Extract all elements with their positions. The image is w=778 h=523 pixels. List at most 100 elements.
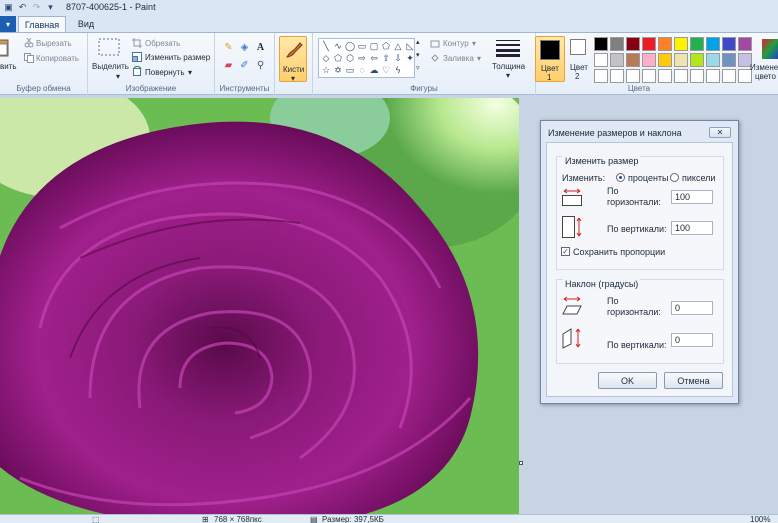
shapes-gallery: ╲ ∿ ◯ ▭ ▢ ⬠ △ ◺ ◇ ⬠ ⬡ ⇨ ⇦ ⇧ ⇩ ✦ ☆ ✡ ▭ ◌ … xyxy=(318,38,415,78)
ribbon-tabs: ▾ Главная Вид xyxy=(0,14,778,32)
canvas-resize-handle[interactable] xyxy=(519,461,523,465)
ok-button[interactable]: OK xyxy=(598,372,657,389)
six-point-star-shape-icon[interactable]: ✡ xyxy=(332,64,344,76)
title-bar: ▣ ↶ ↷ ▾ 8707-400625-1 - Paint xyxy=(0,0,778,14)
dialog-close-button[interactable]: ✕ xyxy=(709,127,731,138)
select-button[interactable]: Выделить xyxy=(92,62,129,71)
ribbon: вить Вырезать Копировать Буфер обмена Вы… xyxy=(0,32,778,95)
file-menu-button[interactable]: ▾ xyxy=(0,16,16,32)
customize-toolbar-icon[interactable]: ▾ xyxy=(45,2,56,13)
shapes-scroll-down-icon[interactable]: ▾ xyxy=(416,51,420,59)
colors-group-label: Цвета xyxy=(627,84,651,93)
tab-home[interactable]: Главная xyxy=(18,16,66,32)
diamond-shape-icon[interactable]: ◇ xyxy=(320,52,332,64)
color-wheel-icon xyxy=(762,39,778,59)
edit-colors-button[interactable]: Измене цвето xyxy=(748,36,778,82)
status-bar: ⬚ ⊞ 768 × 768пкс ▤ Размер: 397,5КБ 100% xyxy=(0,514,778,523)
percent-radio[interactable] xyxy=(616,173,625,182)
size-dropdown-icon[interactable]: ▾ xyxy=(506,71,510,80)
left-arrow-shape-icon[interactable]: ⇦ xyxy=(368,52,380,64)
pixels-label: пиксели xyxy=(682,173,716,183)
keep-ratio-label: Сохранить пропорции xyxy=(573,247,666,257)
fill-button[interactable]: Заливка xyxy=(443,54,474,63)
line-thickness-icon xyxy=(496,40,520,57)
rounded-rectangle-shape-icon[interactable]: ▢ xyxy=(368,40,380,52)
oval-callout-shape-icon[interactable]: ◌ xyxy=(356,64,368,76)
edit-colors-label-line2: цвето xyxy=(755,72,776,81)
size-button[interactable]: Толщина xyxy=(492,62,525,71)
skew-horizontal-label-line2: горизонтали: xyxy=(607,307,661,317)
cut-button[interactable]: Вырезать xyxy=(36,39,72,48)
resize-icon xyxy=(132,52,142,62)
copy-icon xyxy=(24,53,34,63)
paste-button[interactable]: вить xyxy=(0,62,17,71)
down-arrow-shape-icon[interactable]: ⇩ xyxy=(392,52,404,64)
color-picker-icon[interactable]: ✐ xyxy=(237,58,252,73)
zoom-level: 100% xyxy=(750,515,771,523)
outline-icon xyxy=(430,40,440,48)
outline-button[interactable]: Контур xyxy=(443,39,469,48)
image-canvas[interactable] xyxy=(0,98,519,514)
skew-section-title: Наклон (градусы) xyxy=(563,279,641,289)
tab-view[interactable]: Вид xyxy=(70,16,102,32)
copy-button[interactable]: Копировать xyxy=(36,54,79,63)
line-shape-icon[interactable]: ╲ xyxy=(320,40,332,52)
shapes-scroll-up-icon[interactable]: ▴ xyxy=(416,38,420,46)
resize-section: Изменить размер Изменить: проценты пиксе… xyxy=(556,156,724,270)
skew-horizontal-label-line1: По xyxy=(607,296,619,306)
skew-horizontal-input[interactable]: 0 xyxy=(671,301,713,315)
text-tool-icon[interactable]: A xyxy=(253,40,268,55)
vertical-resize-input[interactable]: 100 xyxy=(671,221,713,235)
curve-shape-icon[interactable]: ∿ xyxy=(332,40,344,52)
hexagon-shape-icon[interactable]: ⬡ xyxy=(344,52,356,64)
horizontal-label-line2: горизонтали: xyxy=(607,197,661,207)
select-dropdown-icon[interactable]: ▾ xyxy=(116,72,120,81)
right-triangle-shape-icon[interactable]: ◺ xyxy=(404,40,416,52)
crop-icon xyxy=(132,38,142,48)
select-icon xyxy=(98,38,120,56)
cut-icon xyxy=(24,38,34,48)
percent-label: проценты xyxy=(628,173,669,183)
magnifier-icon[interactable]: ⚲ xyxy=(253,58,268,73)
polygon-shape-icon[interactable]: ⬠ xyxy=(380,40,392,52)
image-group: Выделить ▾ Обрезать Изменить размер Пове… xyxy=(88,33,215,95)
save-icon[interactable]: ▣ xyxy=(3,2,14,13)
vertical-label: По вертикали: xyxy=(607,224,667,234)
undo-icon[interactable]: ↶ xyxy=(17,2,28,13)
heart-shape-icon[interactable]: ♡ xyxy=(380,64,392,76)
skew-vertical-input[interactable]: 0 xyxy=(671,333,713,347)
pentagon-shape-icon[interactable]: ⬠ xyxy=(332,52,344,64)
tools-group-label: Инструменты xyxy=(219,84,270,93)
clipboard-group-label: Буфер обмена xyxy=(16,84,71,93)
rectangle-shape-icon[interactable]: ▭ xyxy=(356,40,368,52)
rotate-dropdown-icon[interactable]: ▾ xyxy=(188,68,192,77)
redo-icon[interactable]: ↷ xyxy=(31,2,42,13)
keep-ratio-checkbox[interactable]: ✓ xyxy=(561,247,570,256)
right-arrow-shape-icon[interactable]: ⇨ xyxy=(356,52,368,64)
cancel-button[interactable]: Отмена xyxy=(664,372,723,389)
size-group: Толщина ▾ xyxy=(486,33,534,95)
fill-bucket-icon[interactable]: ◈ xyxy=(237,40,252,55)
resize-button[interactable]: Изменить размер xyxy=(145,53,210,62)
four-point-star-shape-icon[interactable]: ✦ xyxy=(404,52,416,64)
rounded-callout-shape-icon[interactable]: ▭ xyxy=(344,64,356,76)
cloud-callout-shape-icon[interactable]: ☁ xyxy=(368,64,380,76)
lightning-shape-icon[interactable]: ϟ xyxy=(392,64,404,76)
eraser-icon[interactable]: ▰ xyxy=(221,58,236,73)
five-point-star-shape-icon[interactable]: ☆ xyxy=(320,64,332,76)
pencil-icon[interactable]: ✎ xyxy=(221,40,236,55)
outline-dropdown-icon[interactable]: ▾ xyxy=(472,39,476,48)
tools-group: ✎ ◈ A ▰ ✐ ⚲ Инструменты xyxy=(215,33,275,95)
horizontal-resize-input[interactable]: 100 xyxy=(671,190,713,204)
crop-button[interactable]: Обрезать xyxy=(145,39,180,48)
shapes-expand-icon[interactable]: ▿ xyxy=(416,64,420,72)
pixels-radio[interactable] xyxy=(670,173,679,182)
fill-dropdown-icon[interactable]: ▾ xyxy=(477,54,481,63)
up-arrow-shape-icon[interactable]: ⇧ xyxy=(380,52,392,64)
oval-shape-icon[interactable]: ◯ xyxy=(344,40,356,52)
rotate-button[interactable]: Повернуть xyxy=(145,68,185,77)
horizontal-skew-icon xyxy=(562,296,582,315)
triangle-shape-icon[interactable]: △ xyxy=(392,40,404,52)
image-size-icon: ⊞ xyxy=(202,515,209,523)
window-title: 8707-400625-1 - Paint xyxy=(66,2,156,12)
